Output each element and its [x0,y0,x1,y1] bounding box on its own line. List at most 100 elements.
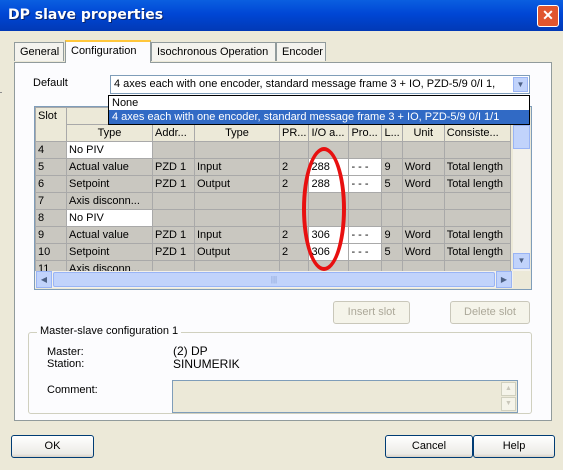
type-cell[interactable]: No PIV [66,209,153,227]
table-row[interactable]: 9 Actual value PZD 1 Input 2 306 - - - 9… [35,226,511,244]
window-title: DP slave properties [8,7,164,23]
type-cell[interactable]: No PIV [66,141,153,159]
io-cell[interactable]: 306 [308,226,350,244]
unit-cell: Word [401,175,445,193]
slot-grid[interactable]: Slot Type Addr... Type PR... I/O a... Pr… [34,106,532,290]
unit-cell: Word [401,158,445,176]
scroll-down-icon[interactable]: ▼ [513,253,530,269]
address-cell: PZD 1 [152,175,195,193]
address-cell: PZD 1 [152,226,195,244]
pr-cell [278,141,310,159]
background-rule [0,92,2,93]
table-row[interactable]: 4 No PIV [35,141,511,159]
insert-slot-button[interactable]: Insert slot [333,301,410,324]
process-cell [348,141,383,159]
consistency-cell: Total length [443,158,511,176]
length-cell: 9 [381,158,403,176]
io-cell [308,209,350,227]
io-cell[interactable]: 306 [308,243,350,261]
process-cell[interactable]: - - - [348,158,383,176]
io-cell[interactable]: 288 [308,158,350,176]
comment-field[interactable]: ▲ ▼ [172,380,518,413]
default-select[interactable]: 4 axes each with one encoder, standard m… [110,75,530,94]
consistency-cell: Total length [443,243,511,261]
pr-cell: 2 [278,226,310,244]
process-cell[interactable]: - - - [348,226,383,244]
tab-general[interactable]: General [14,42,64,61]
table-row[interactable]: 5 Actual value PZD 1 Input 2 288 - - - 9… [35,158,511,176]
slot-cell: 9 [35,226,67,244]
cancel-button[interactable]: Cancel [385,435,473,458]
slot-cell: 6 [35,175,67,193]
table-row[interactable]: 8 No PIV [35,209,511,227]
column-header-address[interactable]: Addr... [152,124,195,142]
tab-isochronous-operation[interactable]: Isochronous Operation [151,42,276,61]
comment-label: Comment: [47,384,98,396]
column-header-type[interactable]: Type [66,124,153,142]
column-header-unit[interactable]: Unit [401,124,445,142]
ok-button[interactable]: OK [11,435,94,458]
pr-cell [278,192,310,210]
slot-column-header-lower [35,124,67,142]
type-cell[interactable]: Setpoint [66,175,153,193]
length-cell: 9 [381,226,403,244]
type-cell[interactable]: Actual value [66,226,153,244]
scroll-up-icon[interactable]: ▲ [501,382,516,396]
help-button[interactable]: Help [473,435,555,458]
length-cell [381,209,403,227]
address-cell [152,192,195,210]
type-cell[interactable]: Axis disconn... [66,192,153,210]
unit-cell: Word [401,243,445,261]
column-header-io-address[interactable]: I/O a... [308,124,350,142]
master-label: Master: [47,346,84,358]
column-header-type-2[interactable]: Type [194,124,280,142]
consistency-cell: Total length [443,175,511,193]
table-row[interactable]: 10 Setpoint PZD 1 Output 2 306 - - - 5 W… [35,243,511,261]
io-cell[interactable]: 288 [308,175,350,193]
horizontal-scroll-thumb[interactable]: ||| [53,272,495,287]
type-cell[interactable]: Actual value [66,158,153,176]
process-cell[interactable]: - - - [348,243,383,261]
default-select-value: 4 axes each with one encoder, standard m… [114,78,496,90]
table-row[interactable]: 6 Setpoint PZD 1 Output 2 288 - - - 5 Wo… [35,175,511,193]
pr-cell: 2 [278,158,310,176]
type-cell[interactable]: Setpoint [66,243,153,261]
delete-slot-button[interactable]: Delete slot [450,301,530,324]
process-cell[interactable]: - - - [348,175,383,193]
slot-column-header: Slot [35,107,67,125]
horizontal-scrollbar[interactable]: ◀ ||| ▶ [35,271,513,288]
process-cell [348,192,383,210]
address-cell [152,141,195,159]
scroll-left-icon[interactable]: ◀ [36,271,52,288]
default-label: Default [33,77,68,89]
type2-cell: Input [194,226,280,244]
dropdown-option[interactable]: None [109,96,529,110]
station-label: Station: [47,358,85,370]
scroll-down-icon[interactable]: ▼ [501,397,516,411]
consistency-cell [443,192,511,210]
unit-cell [401,209,445,227]
slot-cell: 5 [35,158,67,176]
title-bar[interactable]: DP slave properties ✕ [0,0,563,31]
vertical-scrollbar[interactable]: ▲ ▼ [513,107,530,271]
scroll-right-icon[interactable]: ▶ [496,271,512,288]
type2-cell [194,192,280,210]
default-dropdown-list[interactable]: None 4 axes each with one encoder, stand… [108,95,530,125]
station-value: SINUMERIK [173,357,240,371]
tab-configuration[interactable]: Configuration [65,40,151,63]
address-cell: PZD 1 [152,243,195,261]
address-cell: PZD 1 [152,158,195,176]
io-cell [308,192,350,210]
dropdown-option-selected[interactable]: 4 axes each with one encoder, standard m… [109,110,529,124]
slot-cell: 8 [35,209,67,227]
table-row[interactable]: 7 Axis disconn... [35,192,511,210]
chevron-down-icon[interactable]: ▼ [513,77,528,92]
scroll-thumb[interactable] [513,125,530,149]
tab-encoder[interactable]: Encoder [276,42,326,61]
slot-cell: 10 [35,243,67,261]
column-header-consistency[interactable]: Consiste... [443,124,511,142]
column-header-process[interactable]: Pro... [348,124,383,142]
column-header-pr[interactable]: PR... [278,124,310,142]
column-header-length[interactable]: L... [381,124,403,142]
close-icon[interactable]: ✕ [537,5,559,27]
